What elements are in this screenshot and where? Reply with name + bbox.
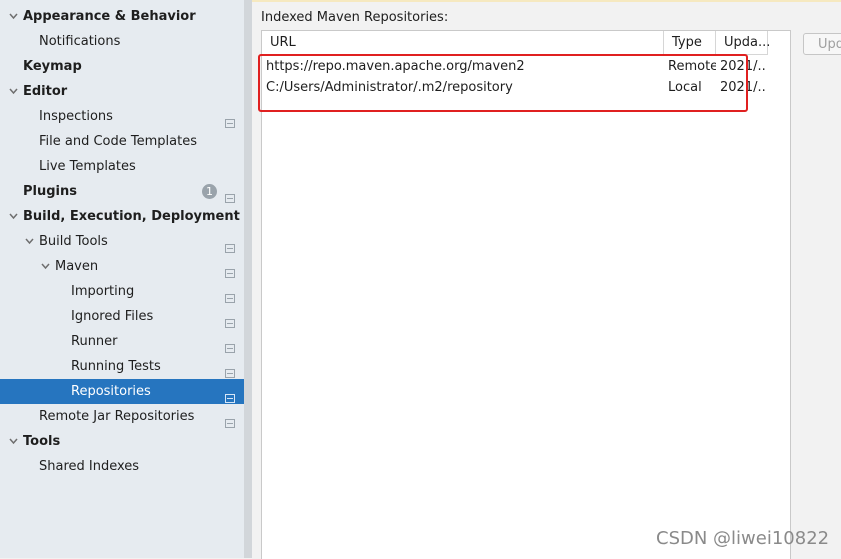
tree-item-notifications[interactable]: Notifications	[0, 29, 244, 54]
tree-item-label: File and Code Templates	[39, 134, 197, 149]
project-settings-icon	[225, 412, 235, 428]
column-header-url[interactable]: URL	[262, 31, 664, 55]
watermark: CSDN @liwei10822	[656, 528, 830, 549]
tree-item-maven[interactable]: Maven	[0, 254, 244, 279]
project-settings-icon	[225, 237, 235, 253]
tree-item-label: Tools	[23, 434, 61, 449]
tree-item-label: Plugins	[23, 184, 77, 199]
tree-item-importing[interactable]: Importing	[0, 279, 244, 304]
tree-item-label: Maven	[55, 259, 99, 274]
panel-top-border	[252, 0, 841, 2]
tree-item-label: Remote Jar Repositories	[39, 409, 195, 424]
project-settings-icon	[225, 312, 235, 328]
update-button[interactable]: Upd	[803, 33, 841, 55]
section-title: Indexed Maven Repositories:	[261, 10, 449, 25]
project-settings-icon	[225, 262, 235, 278]
chevron-down-icon[interactable]	[9, 212, 18, 220]
tree-item-label: Build Tools	[39, 234, 108, 249]
tree-item-label: Runner	[71, 334, 118, 349]
chevron-down-icon[interactable]	[41, 262, 50, 270]
row-type: Remote	[668, 59, 716, 74]
tree-item-build-execution-deployment[interactable]: Build, Execution, Deployment	[0, 204, 244, 229]
tree-item-live-templates[interactable]: Live Templates	[0, 154, 244, 179]
chevron-down-icon[interactable]	[25, 237, 34, 245]
tree-item-label: Editor	[23, 84, 68, 99]
tree-item-label: Ignored Files	[71, 309, 154, 324]
project-settings-icon	[225, 387, 235, 403]
column-header-type[interactable]: Type	[664, 31, 716, 55]
repositories-table[interactable]: URL Type Upda... https://repo.maven.apac…	[261, 30, 791, 559]
update-count-badge: 1	[202, 184, 217, 199]
tree-item-label: Running Tests	[71, 359, 161, 374]
panel-splitter[interactable]	[244, 0, 252, 558]
tree-item-label: Inspections	[39, 109, 113, 124]
chevron-down-icon[interactable]	[9, 437, 18, 445]
tree-item-repositories[interactable]: Repositories	[0, 379, 244, 404]
tree-item-appearance-behavior[interactable]: Appearance & Behavior	[0, 4, 244, 29]
tree-item-running-tests[interactable]: Running Tests	[0, 354, 244, 379]
tree-item-label: Appearance & Behavior	[23, 9, 196, 24]
tree-item-file-code-templates[interactable]: File and Code Templates	[0, 129, 244, 154]
tree-item-label: Keymap	[23, 59, 82, 74]
row-updated: 2021/...	[720, 80, 766, 95]
tree-item-keymap[interactable]: Keymap	[0, 54, 244, 79]
settings-tree: Appearance & Behavior Notifications Keym…	[0, 0, 244, 558]
tree-item-label: Importing	[71, 284, 135, 299]
tree-item-label: Live Templates	[39, 159, 136, 174]
project-settings-icon	[225, 187, 235, 203]
project-settings-icon	[225, 112, 235, 128]
project-settings-icon	[225, 337, 235, 353]
tree-item-runner[interactable]: Runner	[0, 329, 244, 354]
row-updated: 2021/...	[720, 59, 766, 74]
tree-item-label: Shared Indexes	[39, 459, 140, 474]
chevron-down-icon[interactable]	[9, 87, 18, 95]
row-url: https://repo.maven.apache.org/maven2	[266, 59, 525, 74]
tree-item-label: Notifications	[39, 34, 121, 49]
row-type: Local	[668, 80, 702, 95]
tree-item-plugins[interactable]: Plugins 1	[0, 179, 244, 204]
tree-item-build-tools[interactable]: Build Tools	[0, 229, 244, 254]
column-header-updated[interactable]: Upda...	[716, 31, 770, 55]
tree-item-tools[interactable]: Tools	[0, 429, 244, 454]
tree-item-inspections[interactable]: Inspections	[0, 104, 244, 129]
project-settings-icon	[225, 362, 235, 378]
tree-item-label: Build, Execution, Deployment	[23, 209, 240, 224]
project-settings-icon	[225, 287, 235, 303]
tree-item-label: Repositories	[71, 384, 151, 399]
tree-item-editor[interactable]: Editor	[0, 79, 244, 104]
tree-item-remote-jar-repositories[interactable]: Remote Jar Repositories	[0, 404, 244, 429]
tree-item-ignored-files[interactable]: Ignored Files	[0, 304, 244, 329]
row-url: C:/Users/Administrator/.m2/repository	[266, 80, 513, 95]
tree-item-shared-indexes[interactable]: Shared Indexes	[0, 454, 244, 479]
chevron-down-icon[interactable]	[9, 12, 18, 20]
